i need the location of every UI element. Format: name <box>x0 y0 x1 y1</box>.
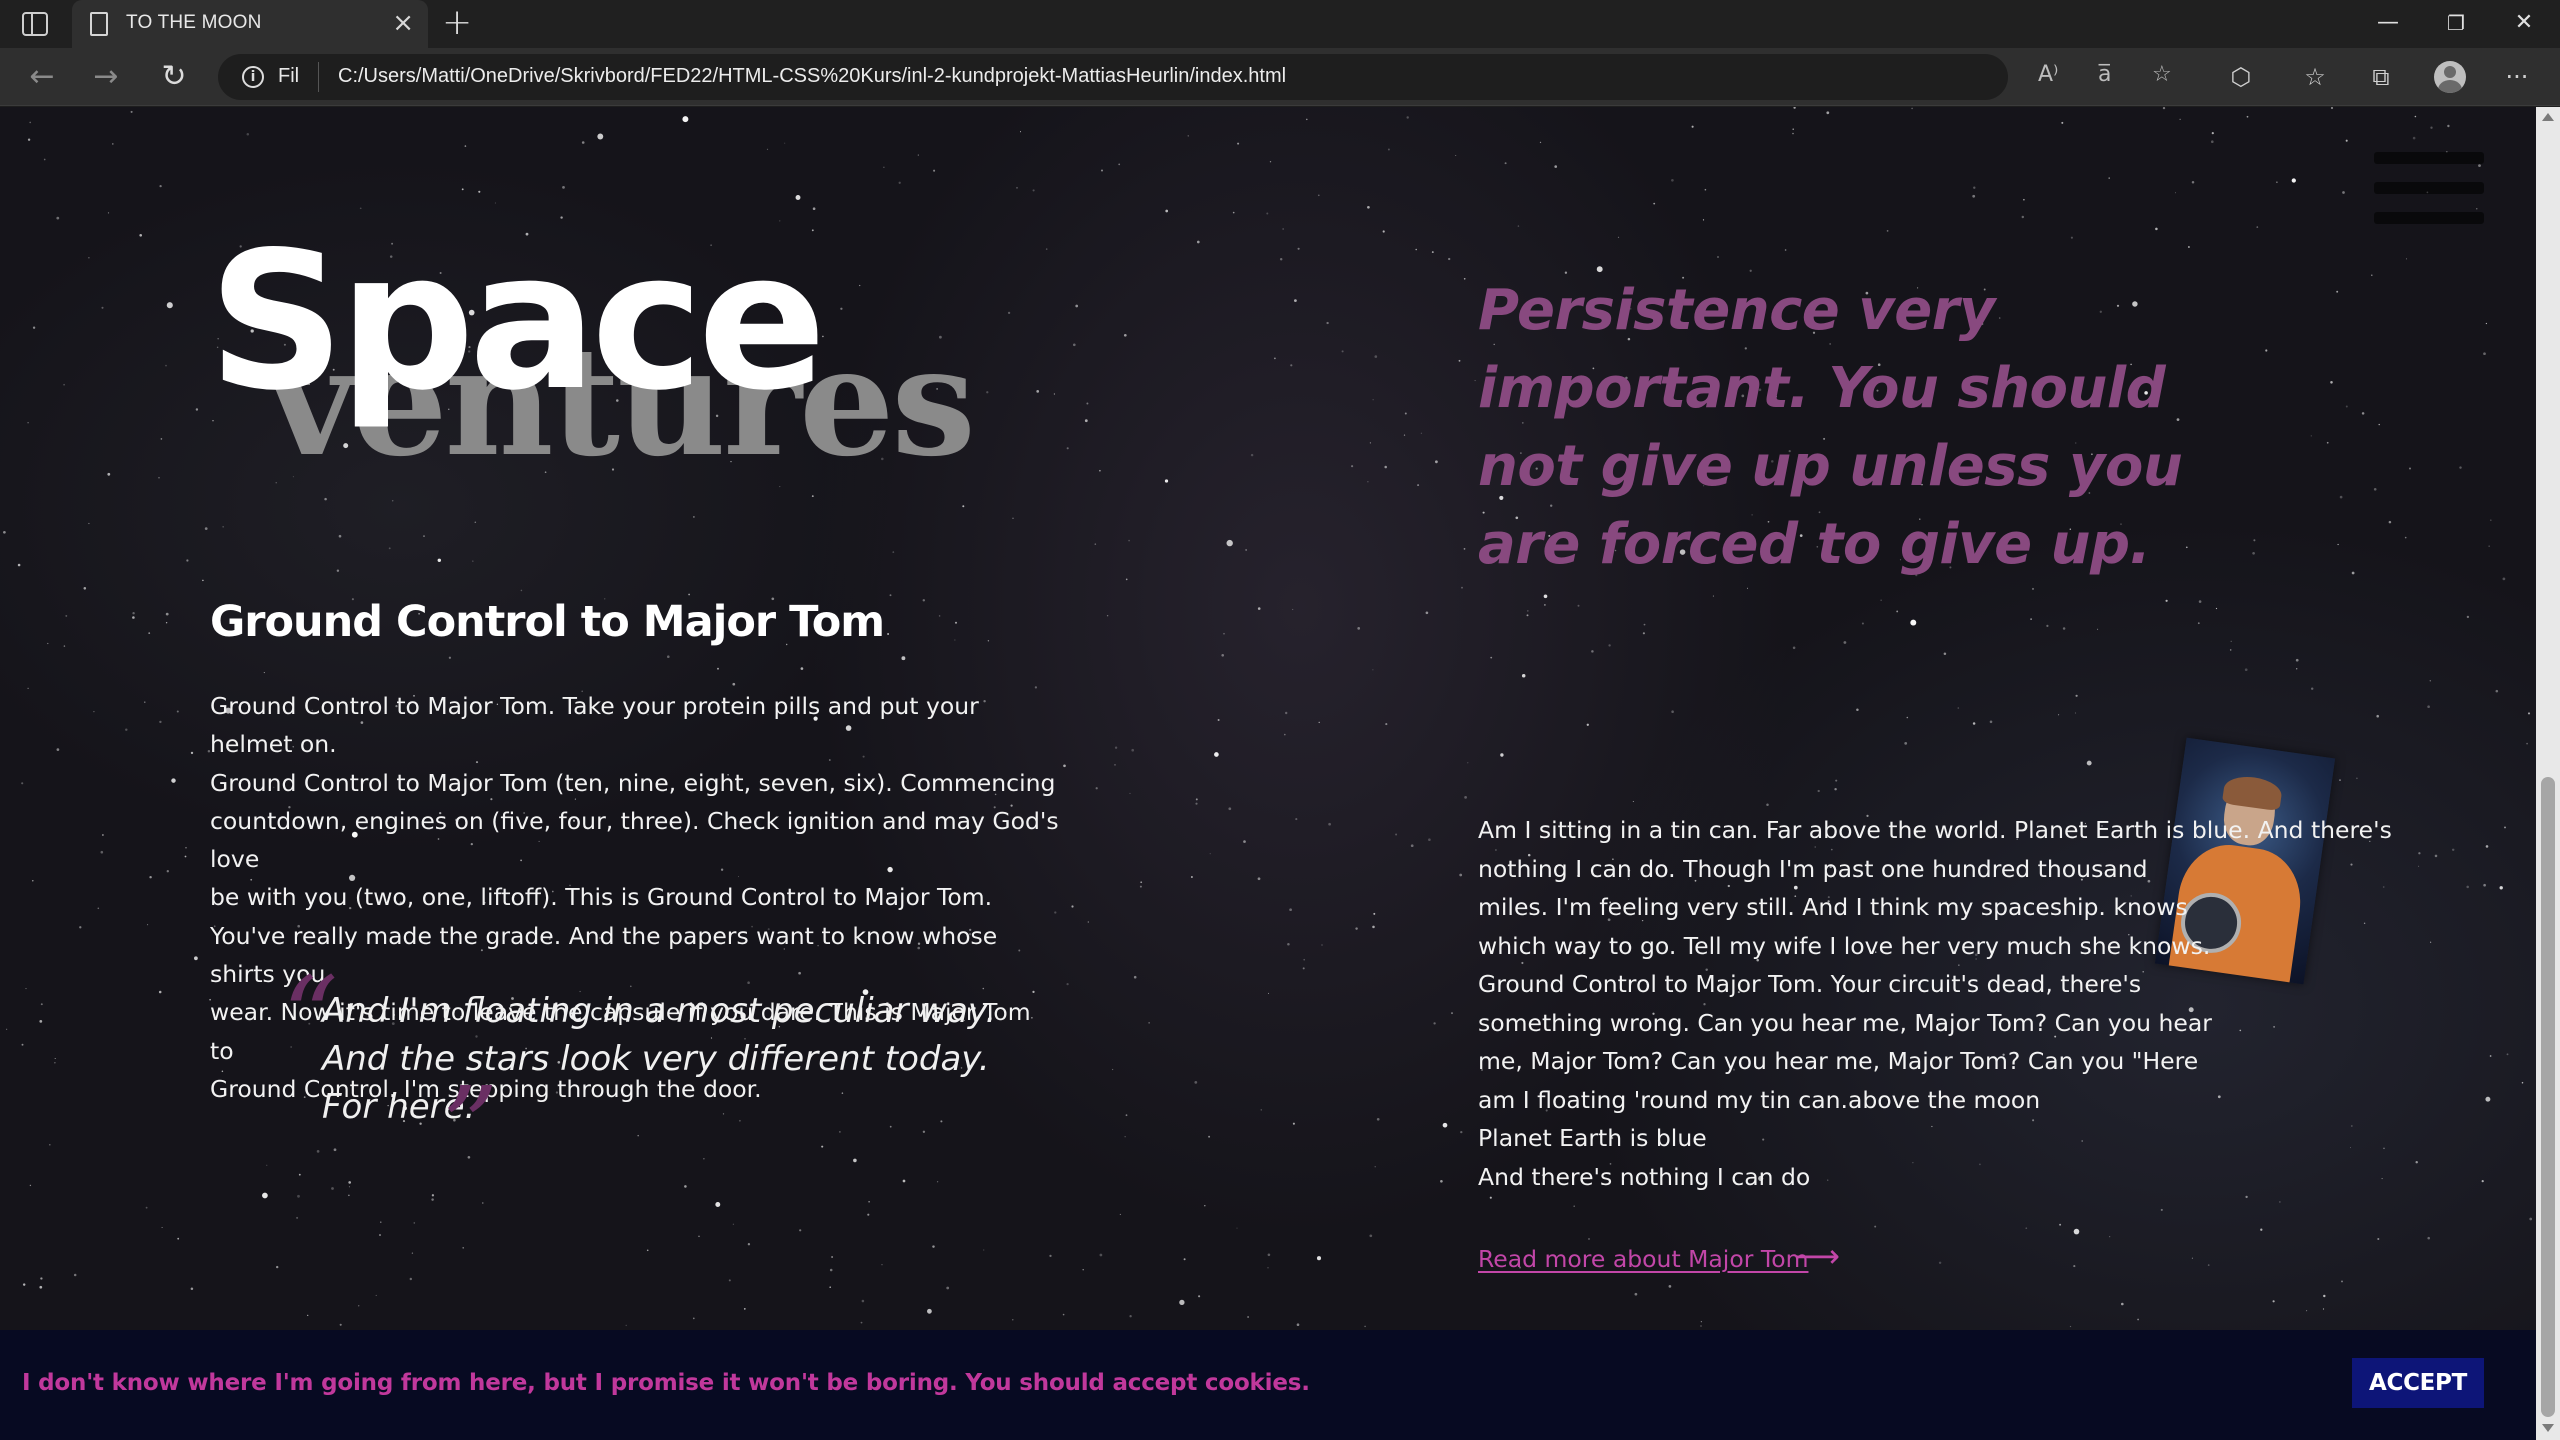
paragraph-line: be with you (two, one, liftoff). This is… <box>210 883 993 912</box>
arrow-right-icon[interactable]: ⟶ <box>1794 1237 1840 1275</box>
paragraph-line: nothing I can do. Though I'm past one hu… <box>1478 854 2148 883</box>
page-viewport: ventures Space Ground Control to Major T… <box>0 107 2536 1440</box>
scroll-down-icon[interactable] <box>2542 1424 2554 1432</box>
favorites-icon[interactable]: ☆ <box>2298 60 2332 94</box>
back-button[interactable]: ← <box>22 58 62 96</box>
big-quote-line: important. You should <box>1478 356 2166 421</box>
more-menu-icon[interactable]: ··· <box>2500 60 2534 94</box>
collections-icon[interactable]: ⧉ <box>2364 60 2398 94</box>
paragraph-line: which way to go. Tell my wife I love her… <box>1478 931 2211 960</box>
paragraph-line: me, Major Tom? Can you hear me, Major To… <box>1478 1047 2199 1075</box>
address-bar[interactable]: i Fil C:/Users/Matti/OneDrive/Skrivbord/… <box>218 54 2172 100</box>
paragraph-line: miles. I'm feeling very still. And I thi… <box>1478 893 2188 921</box>
paragraph-line: Ground Control to Major Tom. Your circui… <box>1478 970 2142 998</box>
forward-button[interactable]: → <box>86 58 126 96</box>
big-quote-line: Persistence very <box>1478 278 1995 343</box>
lyric-quote: And I'm floating in a most peculiar way.… <box>322 987 1022 1131</box>
read-aloud-icon[interactable]: A⁾ <box>2038 62 2058 87</box>
big-quote-line: not give up unless you <box>1478 434 2183 499</box>
accept-cookies-button[interactable]: ACCEPT <box>2352 1358 2484 1408</box>
cookie-banner: I don't know where I'm going from here, … <box>0 1330 2536 1440</box>
menu-hamburger-icon[interactable] <box>2374 152 2484 232</box>
address-url[interactable]: C:/Users/Matti/OneDrive/Skrivbord/FED22/… <box>338 65 1286 88</box>
paragraph-line: something wrong. Can you hear me, Major … <box>1478 1008 2212 1037</box>
new-tab-button[interactable]: + <box>442 5 472 41</box>
add-favorite-icon[interactable]: ☆ <box>2152 62 2172 87</box>
extensions-icon[interactable]: ⬡ <box>2224 60 2258 94</box>
tab-close-icon[interactable]: × <box>392 9 414 37</box>
page-icon <box>90 12 108 36</box>
address-prefix: Fil <box>278 65 300 87</box>
tab-actions-icon[interactable] <box>22 12 48 36</box>
paragraph-line: And there's nothing I can do <box>1478 1162 1811 1191</box>
paragraph-line: countdown, engines on (five, four, three… <box>210 806 1059 874</box>
persistence-quote: Persistence very important. You should n… <box>1478 272 2298 584</box>
tab-title: TO THE MOON <box>126 12 262 33</box>
close-window-button[interactable]: ✕ <box>2504 8 2544 38</box>
cookie-message: I don't know where I'm going from here, … <box>22 1370 1310 1396</box>
info-icon[interactable]: i <box>242 66 264 88</box>
quote-line: And the stars look very different today. <box>322 1039 990 1079</box>
address-divider <box>318 62 319 92</box>
reload-button[interactable]: ↻ <box>154 58 194 96</box>
quote-line: And I'm floating in a most peculiar way. <box>322 991 997 1031</box>
browser-tab[interactable]: TO THE MOON × <box>72 0 428 48</box>
paragraph-line: Am I sitting in a tin can. Far above the… <box>1478 816 2392 844</box>
browser-toolbar: ← → ↻ i Fil C:/Users/Matti/OneDrive/Skri… <box>0 48 2560 106</box>
logo-space: Space <box>208 211 827 432</box>
browser-tab-bar: TO THE MOON × + — ❐ ✕ <box>0 0 2560 48</box>
page-scrollbar[interactable] <box>2536 107 2560 1440</box>
read-more-link[interactable]: Read more about Major Tom <box>1478 1245 1808 1273</box>
big-quote-line: are forced to give up. <box>1478 512 2151 577</box>
quote-line: For here. <box>322 1087 476 1127</box>
paragraph-line: am I floating 'round my tin can.above th… <box>1478 1085 2041 1114</box>
paragraph-line: Ground Control to Major Tom (ten, nine, … <box>210 768 1056 797</box>
profile-avatar[interactable] <box>2434 61 2466 93</box>
restore-button[interactable]: ❐ <box>2436 8 2476 38</box>
minimize-button[interactable]: — <box>2368 8 2408 38</box>
right-paragraph: Am I sitting in a tin can. Far above the… <box>1478 811 2392 1196</box>
quote-close-mark: ” <box>442 1063 499 1191</box>
scroll-up-icon[interactable] <box>2542 113 2554 121</box>
scroll-thumb[interactable] <box>2541 777 2555 1417</box>
paragraph-line: Ground Control to Major Tom. Take your p… <box>210 692 979 759</box>
paragraph-line: Planet Earth is blue <box>1478 1124 1707 1152</box>
translate-icon[interactable]: a̅ <box>2098 62 2111 87</box>
section-heading: Ground Control to Major Tom <box>210 597 885 647</box>
